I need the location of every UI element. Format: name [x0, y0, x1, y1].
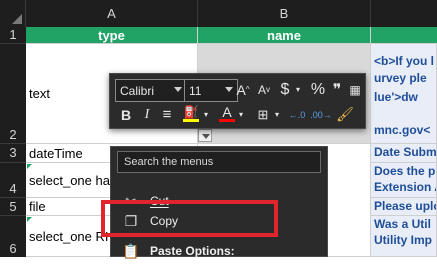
grow-font-button[interactable]: A ^ [234, 79, 252, 100]
row-header-3[interactable]: 3 [0, 144, 26, 163]
font-name-dropdown[interactable]: Calibri [115, 79, 187, 102]
column-header-a[interactable]: A [26, 0, 198, 27]
row-header-1[interactable]: 1 [0, 27, 26, 44]
cell-c2[interactable]: <b>If you l urvey ple lue'>dw mnc.gov< [371, 44, 437, 144]
chevron-down-icon [174, 87, 182, 92]
decrease-decimal-icon[interactable]: .00→ [310, 104, 332, 125]
shrink-font-button[interactable]: Av [255, 79, 273, 100]
column-header-b[interactable]: B [198, 0, 371, 27]
cell-c5[interactable]: Please uplo [371, 198, 437, 216]
row-header-4[interactable]: 4 [0, 163, 26, 198]
note-indicator [27, 217, 32, 222]
cell-c6[interactable]: Was a Util Utility Imp [371, 216, 437, 257]
font-color-button[interactable]: A [218, 104, 236, 123]
cell-c3[interactable]: Date Subm [371, 144, 437, 163]
cell-c1[interactable] [371, 27, 437, 44]
menu-search-input[interactable]: Search the menus [117, 151, 321, 173]
font-color-swatch [219, 119, 235, 122]
borders-icon[interactable]: ⊞ [254, 104, 272, 125]
column-header-c[interactable] [371, 0, 437, 27]
italic-button[interactable]: I [138, 104, 156, 125]
menu-item-paste-options: 📋 Paste Options: [122, 242, 235, 259]
bold-button[interactable]: B [117, 104, 135, 125]
chevron-down-icon [225, 87, 233, 92]
mini-toolbar: Calibri 11 A ^ Av $ ▾ % ❞ ▦ B I ≡ ⛽ ▾ A ▾… [109, 73, 366, 129]
currency-button[interactable]: $ [277, 79, 293, 100]
cell-b1[interactable]: name [198, 27, 371, 44]
merge-center-icon[interactable]: ▦ [347, 79, 363, 100]
dropdown-arrow-icon[interactable] [198, 129, 212, 142]
comma-style-button[interactable]: ❞ [330, 79, 344, 100]
percent-button[interactable]: % [309, 79, 327, 100]
chevron-down-icon[interactable]: ▾ [272, 104, 282, 125]
row-header-5[interactable]: 5 [0, 198, 26, 216]
row-header-2[interactable]: 2 [0, 44, 26, 144]
format-painter-icon[interactable]: 🖌 [336, 104, 354, 125]
select-all-corner[interactable] [0, 0, 26, 27]
align-center-button[interactable]: ≡ [158, 104, 176, 125]
chevron-down-icon[interactable]: ▾ [201, 104, 211, 125]
font-size-dropdown[interactable]: 11 [184, 79, 238, 102]
paint-bucket-icon: ⛽ [183, 105, 199, 119]
cell-a1[interactable]: type [26, 27, 198, 44]
chevron-down-icon[interactable]: ▾ [236, 104, 246, 125]
copy-highlight-box [101, 200, 278, 237]
chevron-down-icon[interactable]: ▾ [293, 79, 303, 100]
cell-c4[interactable]: Does the p Extension A [371, 163, 437, 198]
row-header-6[interactable]: 6 [0, 216, 26, 257]
fill-color-button[interactable]: ⛽ [181, 104, 201, 123]
note-indicator [27, 164, 32, 169]
increase-decimal-icon[interactable]: ←.0 [286, 104, 308, 125]
fill-color-swatch [183, 119, 199, 122]
